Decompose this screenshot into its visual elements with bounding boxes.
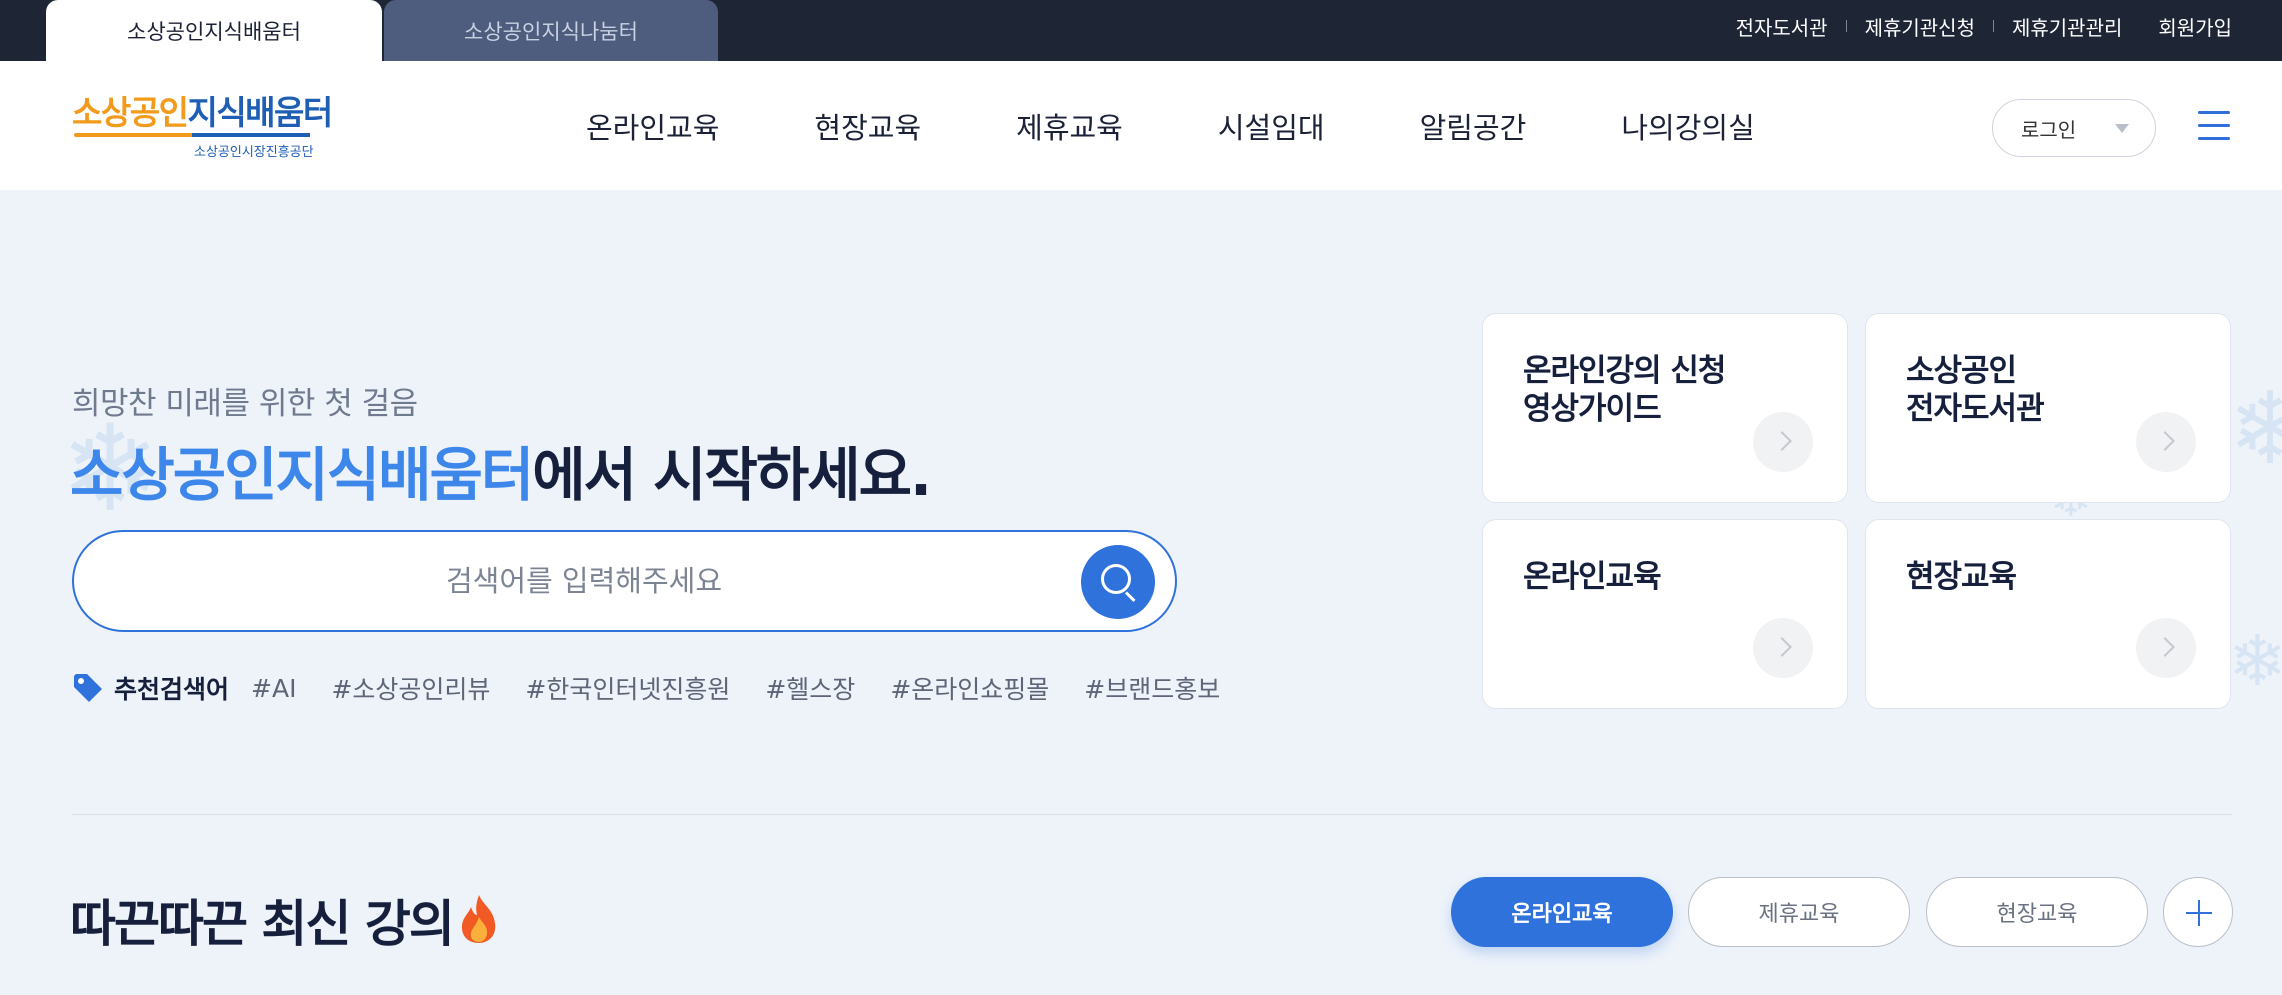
filter-online-education[interactable]: 온라인교육	[1451, 877, 1673, 947]
quick-card-title: 현장교육	[1906, 559, 2017, 595]
keyword-tag[interactable]: #헬스장	[765, 670, 855, 706]
search-button[interactable]	[1081, 545, 1155, 619]
quick-card-online-education[interactable]: 온라인교육	[1482, 519, 1848, 709]
util-link-partner-manage[interactable]: 제휴기관관리	[2012, 12, 2122, 41]
snowflake-decoration-icon: ❄	[2228, 370, 2282, 487]
search-icon-handle	[1124, 591, 1136, 603]
chevron-down-icon	[2115, 124, 2129, 133]
nav-notice[interactable]: 알림공간	[1420, 105, 1527, 147]
divider	[1845, 20, 1847, 32]
keyword-tag[interactable]: #온라인쇼핑몰	[890, 670, 1049, 706]
nav-facility-rental[interactable]: 시설임대	[1218, 105, 1325, 147]
site-tab-sharing[interactable]: 소상공인지식나눔터	[384, 0, 718, 61]
chevron-right-icon	[2136, 412, 2196, 472]
recommended-keywords-heading: 추천검색어	[114, 675, 230, 704]
search-input[interactable]	[134, 532, 1034, 630]
logo-text-part1: 소상공인	[72, 93, 189, 132]
top-utility-bar: 소상공인지식배움터 소상공인지식나눔터 전자도서관 제휴기관신청 제휴기관관리 …	[0, 0, 2282, 61]
latest-lectures-title: 따끈따끈 최신 강의	[70, 884, 501, 956]
keyword-tag[interactable]: #소상공인리뷰	[331, 670, 490, 706]
nav-my-classroom[interactable]: 나의강의실	[1621, 105, 1754, 147]
login-select[interactable]: 로그인	[1992, 99, 2156, 157]
util-link-signup[interactable]: 회원가입	[2158, 12, 2232, 41]
logo-text: 소상공인지식배움터	[72, 93, 333, 132]
plus-icon[interactable]	[2163, 877, 2233, 947]
chevron-right-icon	[1753, 618, 1813, 678]
divider	[1992, 20, 1994, 32]
hero-title-rest: 에서 시작하세요.	[532, 441, 932, 509]
quick-card-video-guide[interactable]: 온라인강의 신청 영상가이드	[1482, 313, 1848, 503]
quick-card-title: 온라인교육	[1523, 559, 1662, 595]
search-icon	[1101, 564, 1131, 594]
hero-subtitle: 희망찬 미래를 위한 첫 걸음	[72, 386, 418, 422]
filter-partner-education[interactable]: 제휴교육	[1688, 877, 1910, 947]
chevron-right-icon	[2136, 618, 2196, 678]
site-logo[interactable]: 소상공인지식배움터 소상공인시장진흥공단	[72, 93, 333, 161]
logo-text-part2: 지식배움터	[187, 93, 333, 132]
quick-card-title: 소상공인 전자도서관	[1906, 353, 2045, 427]
quick-card-title: 온라인강의 신청 영상가이드	[1523, 353, 1726, 427]
site-tab-learning[interactable]: 소상공인지식배움터	[46, 0, 382, 61]
keyword-tag[interactable]: #브랜드홍보	[1084, 670, 1220, 706]
hero-title-accent: 소상공인지식배움터	[70, 441, 534, 509]
nav-onsite-education[interactable]: 현장교육	[814, 105, 921, 147]
keyword-tag[interactable]: #한국인터넷진흥원	[525, 670, 730, 706]
latest-lectures-title-text: 따끈따끈 최신 강의	[70, 895, 455, 953]
quick-card-ebook-library[interactable]: 소상공인 전자도서관	[1865, 313, 2231, 503]
hamburger-menu-icon[interactable]	[2198, 111, 2230, 141]
fire-icon	[461, 895, 496, 943]
main-header: 소상공인지식배움터 소상공인시장진흥공단 온라인교육 현장교육 제휴교육 시설임…	[0, 61, 2282, 190]
nav-online-education[interactable]: 온라인교육	[586, 105, 719, 147]
logo-subtitle: 소상공인시장진흥공단	[194, 145, 314, 160]
section-divider	[72, 814, 2232, 815]
util-link-partner-apply[interactable]: 제휴기관신청	[1865, 12, 1975, 41]
tag-icon	[74, 674, 102, 702]
chevron-right-icon	[1753, 412, 1813, 472]
login-label: 로그인	[2021, 117, 2077, 142]
snowflake-decoration-icon: ❄	[2228, 620, 2282, 702]
keyword-tag[interactable]: #AI	[251, 674, 296, 703]
search-box	[72, 530, 1177, 632]
main-nav: 온라인교육 현장교육 제휴교육 시설임대 알림공간 나의강의실	[586, 61, 1755, 190]
utility-links: 전자도서관 제휴기관신청 제휴기관관리 회원가입	[1736, 0, 2232, 52]
filter-onsite-education[interactable]: 현장교육	[1926, 877, 2148, 947]
quick-card-onsite-education[interactable]: 현장교육	[1865, 519, 2231, 709]
hero-title: 소상공인지식배움터에서 시작하세요.	[70, 428, 932, 512]
logo-underline-accent	[192, 133, 310, 137]
util-link-ebook-library[interactable]: 전자도서관	[1736, 12, 1828, 41]
recommended-keywords: 추천검색어 #AI #소상공인리뷰 #한국인터넷진흥원 #헬스장 #온라인쇼핑몰…	[72, 668, 1220, 708]
nav-partner-education[interactable]: 제휴교육	[1016, 105, 1123, 147]
